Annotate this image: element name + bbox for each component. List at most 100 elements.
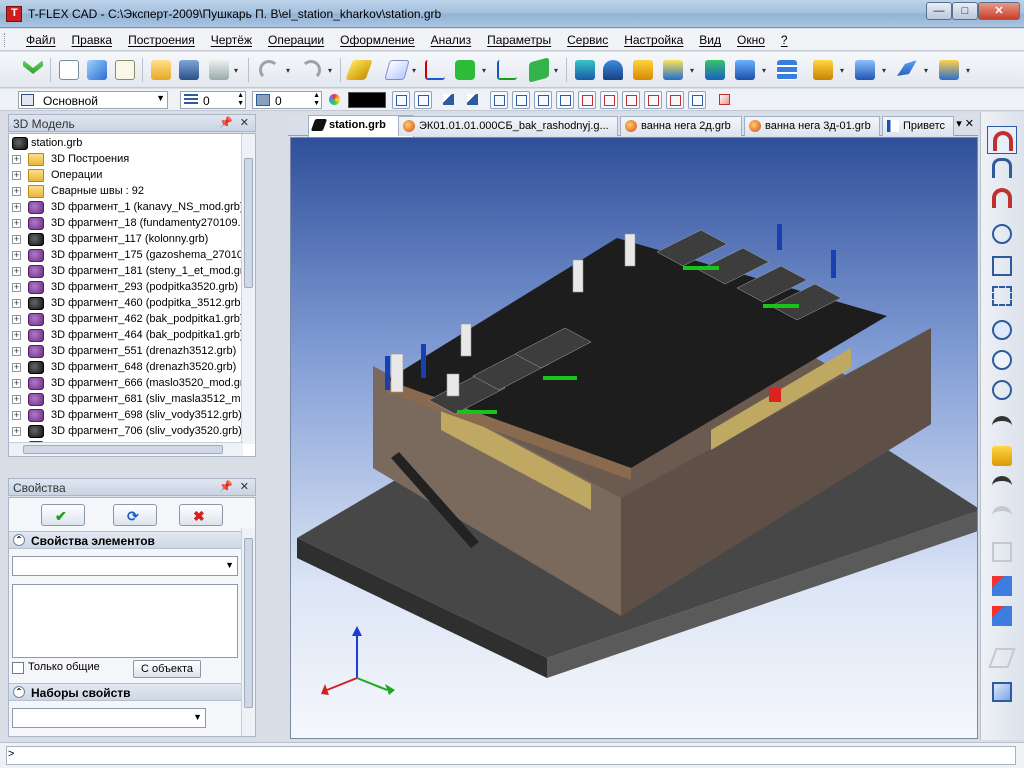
tab-vanna-2d[interactable]: ванна нега 2д.grb (620, 116, 742, 136)
pin-icon[interactable]: 📌 (219, 116, 233, 129)
undo-dropdown-icon[interactable]: ▾ (286, 66, 290, 75)
save-button[interactable] (176, 57, 202, 83)
menu-window[interactable]: Окно (729, 33, 773, 47)
redo-button[interactable] (298, 57, 324, 83)
extrude-button[interactable] (572, 57, 598, 83)
tree-horizontal-scrollbar[interactable] (9, 442, 243, 456)
new-3d-model-button[interactable] (84, 57, 110, 83)
zoom-extents-button[interactable] (987, 252, 1017, 280)
element-properties-combo[interactable]: ▼ (12, 556, 238, 576)
zoom-all-button[interactable] (987, 282, 1017, 310)
expand-icon[interactable]: + (12, 171, 21, 180)
zoom-in-button[interactable] (987, 316, 1017, 344)
color-swatch[interactable] (348, 92, 386, 108)
open-button[interactable] (148, 57, 174, 83)
menu-file[interactable]: Файл (18, 33, 64, 47)
loft-button[interactable] (630, 57, 656, 83)
expand-icon[interactable]: + (12, 155, 21, 164)
property-sets-combo[interactable]: ▼ (12, 708, 206, 728)
workplane-button[interactable] (384, 57, 410, 83)
section-view-button[interactable] (987, 644, 1017, 672)
tree-vertical-scrollbar[interactable] (241, 134, 255, 444)
priority-spinner[interactable]: 0 ▲ ▼ (252, 91, 322, 109)
expand-icon[interactable]: + (12, 427, 21, 436)
only-common-checkbox[interactable] (12, 662, 24, 674)
sketch-button[interactable] (345, 57, 373, 83)
from-object-button[interactable]: С объекта (133, 660, 201, 678)
expand-icon[interactable]: + (12, 299, 21, 308)
new-drawing-button[interactable] (112, 57, 138, 83)
array-button[interactable] (774, 57, 800, 83)
check-model-button[interactable] (987, 572, 1017, 600)
surface-dropdown-icon[interactable]: ▾ (924, 66, 928, 75)
snap-body-button[interactable] (578, 91, 596, 109)
expand-icon[interactable]: + (12, 411, 21, 420)
cancel-button[interactable]: ✖ (179, 504, 223, 526)
snap-edge-button[interactable] (512, 91, 530, 109)
boolean-button[interactable] (702, 57, 728, 83)
tab-list-close-controls[interactable]: ▾ ✕ (956, 117, 974, 130)
sweep-button[interactable] (660, 57, 686, 83)
selection-filter-2-button[interactable] (464, 91, 482, 109)
collapse-icon[interactable]: ⌃ (13, 534, 25, 546)
menu-grip[interactable] (4, 33, 7, 47)
menu-settings[interactable]: Настройка (616, 33, 691, 47)
snap-vertex-button[interactable] (490, 91, 508, 109)
expand-icon[interactable]: + (12, 219, 21, 228)
body-button[interactable] (936, 57, 962, 83)
plane-button[interactable] (526, 57, 552, 83)
selection-filter-button[interactable] (440, 91, 458, 109)
scroll-thumb[interactable] (244, 538, 253, 708)
menu-operations[interactable]: Операции (260, 33, 332, 47)
element-properties-list[interactable] (12, 584, 238, 658)
expand-icon[interactable]: + (12, 203, 21, 212)
close-button[interactable]: ✕ (978, 2, 1020, 20)
draft-dropdown-icon[interactable]: ▾ (882, 66, 886, 75)
refresh-button[interactable]: ⟳ (113, 504, 157, 526)
check-all-button[interactable] (987, 602, 1017, 630)
print-button[interactable] (206, 57, 232, 83)
magnet-check-button[interactable] (987, 184, 1017, 212)
minimize-button[interactable]: — (926, 2, 952, 20)
menu-help[interactable]: ? (773, 33, 796, 47)
copy-view-button[interactable] (987, 538, 1017, 566)
spinner-arrows-icon[interactable]: ▲ ▼ (237, 92, 244, 108)
tab-welcome[interactable]: Приветс (882, 116, 954, 136)
snap-operation-button[interactable] (600, 91, 618, 109)
expand-icon[interactable]: + (12, 187, 21, 196)
menu-drawing[interactable]: Чертёж (203, 33, 260, 47)
pin-icon[interactable]: 📌 (219, 480, 233, 493)
surface-button[interactable] (894, 57, 920, 83)
tab-bak-rashodnyj[interactable]: ЭК01.01.01.000СБ_bak_rashodnyj.g... (398, 116, 618, 136)
level-spinner[interactable]: 0 ▲ ▼ (180, 91, 246, 109)
shell-button[interactable] (810, 57, 836, 83)
scroll-thumb[interactable] (244, 158, 253, 288)
view-cube-button[interactable] (987, 678, 1017, 706)
expand-icon[interactable]: + (12, 395, 21, 404)
fillet-button[interactable] (732, 57, 758, 83)
expand-icon[interactable]: + (12, 267, 21, 276)
workplane-dropdown-icon[interactable]: ▾ (412, 66, 416, 75)
layer-select[interactable]: Основной ▼ (18, 91, 168, 109)
filter-button[interactable] (414, 91, 432, 109)
fillet-dropdown-icon[interactable]: ▾ (762, 66, 766, 75)
expand-toolbar-button[interactable] (20, 57, 46, 83)
expand-icon[interactable]: + (12, 251, 21, 260)
menu-design[interactable]: Оформление (332, 33, 422, 47)
profile-button[interactable] (452, 57, 478, 83)
collapse-icon[interactable]: ⌃ (13, 686, 25, 698)
body-dropdown-icon[interactable]: ▾ (966, 66, 970, 75)
expand-icon[interactable]: + (12, 315, 21, 324)
snap-grid-button[interactable] (556, 91, 574, 109)
new-document-button[interactable] (56, 57, 82, 83)
expand-icon[interactable]: + (12, 235, 21, 244)
snap-face-button[interactable] (534, 91, 552, 109)
snap-fragment-button[interactable] (622, 91, 640, 109)
color-palette-button[interactable] (326, 91, 344, 109)
expand-icon[interactable]: + (12, 363, 21, 372)
shell-dropdown-icon[interactable]: ▾ (840, 66, 844, 75)
element-properties-section[interactable]: ⌃ Свойства элементов (9, 531, 241, 549)
view-glasses-yellow-button[interactable] (987, 442, 1017, 470)
scroll-thumb[interactable] (23, 445, 223, 454)
profile-dropdown-icon[interactable]: ▾ (482, 66, 486, 75)
